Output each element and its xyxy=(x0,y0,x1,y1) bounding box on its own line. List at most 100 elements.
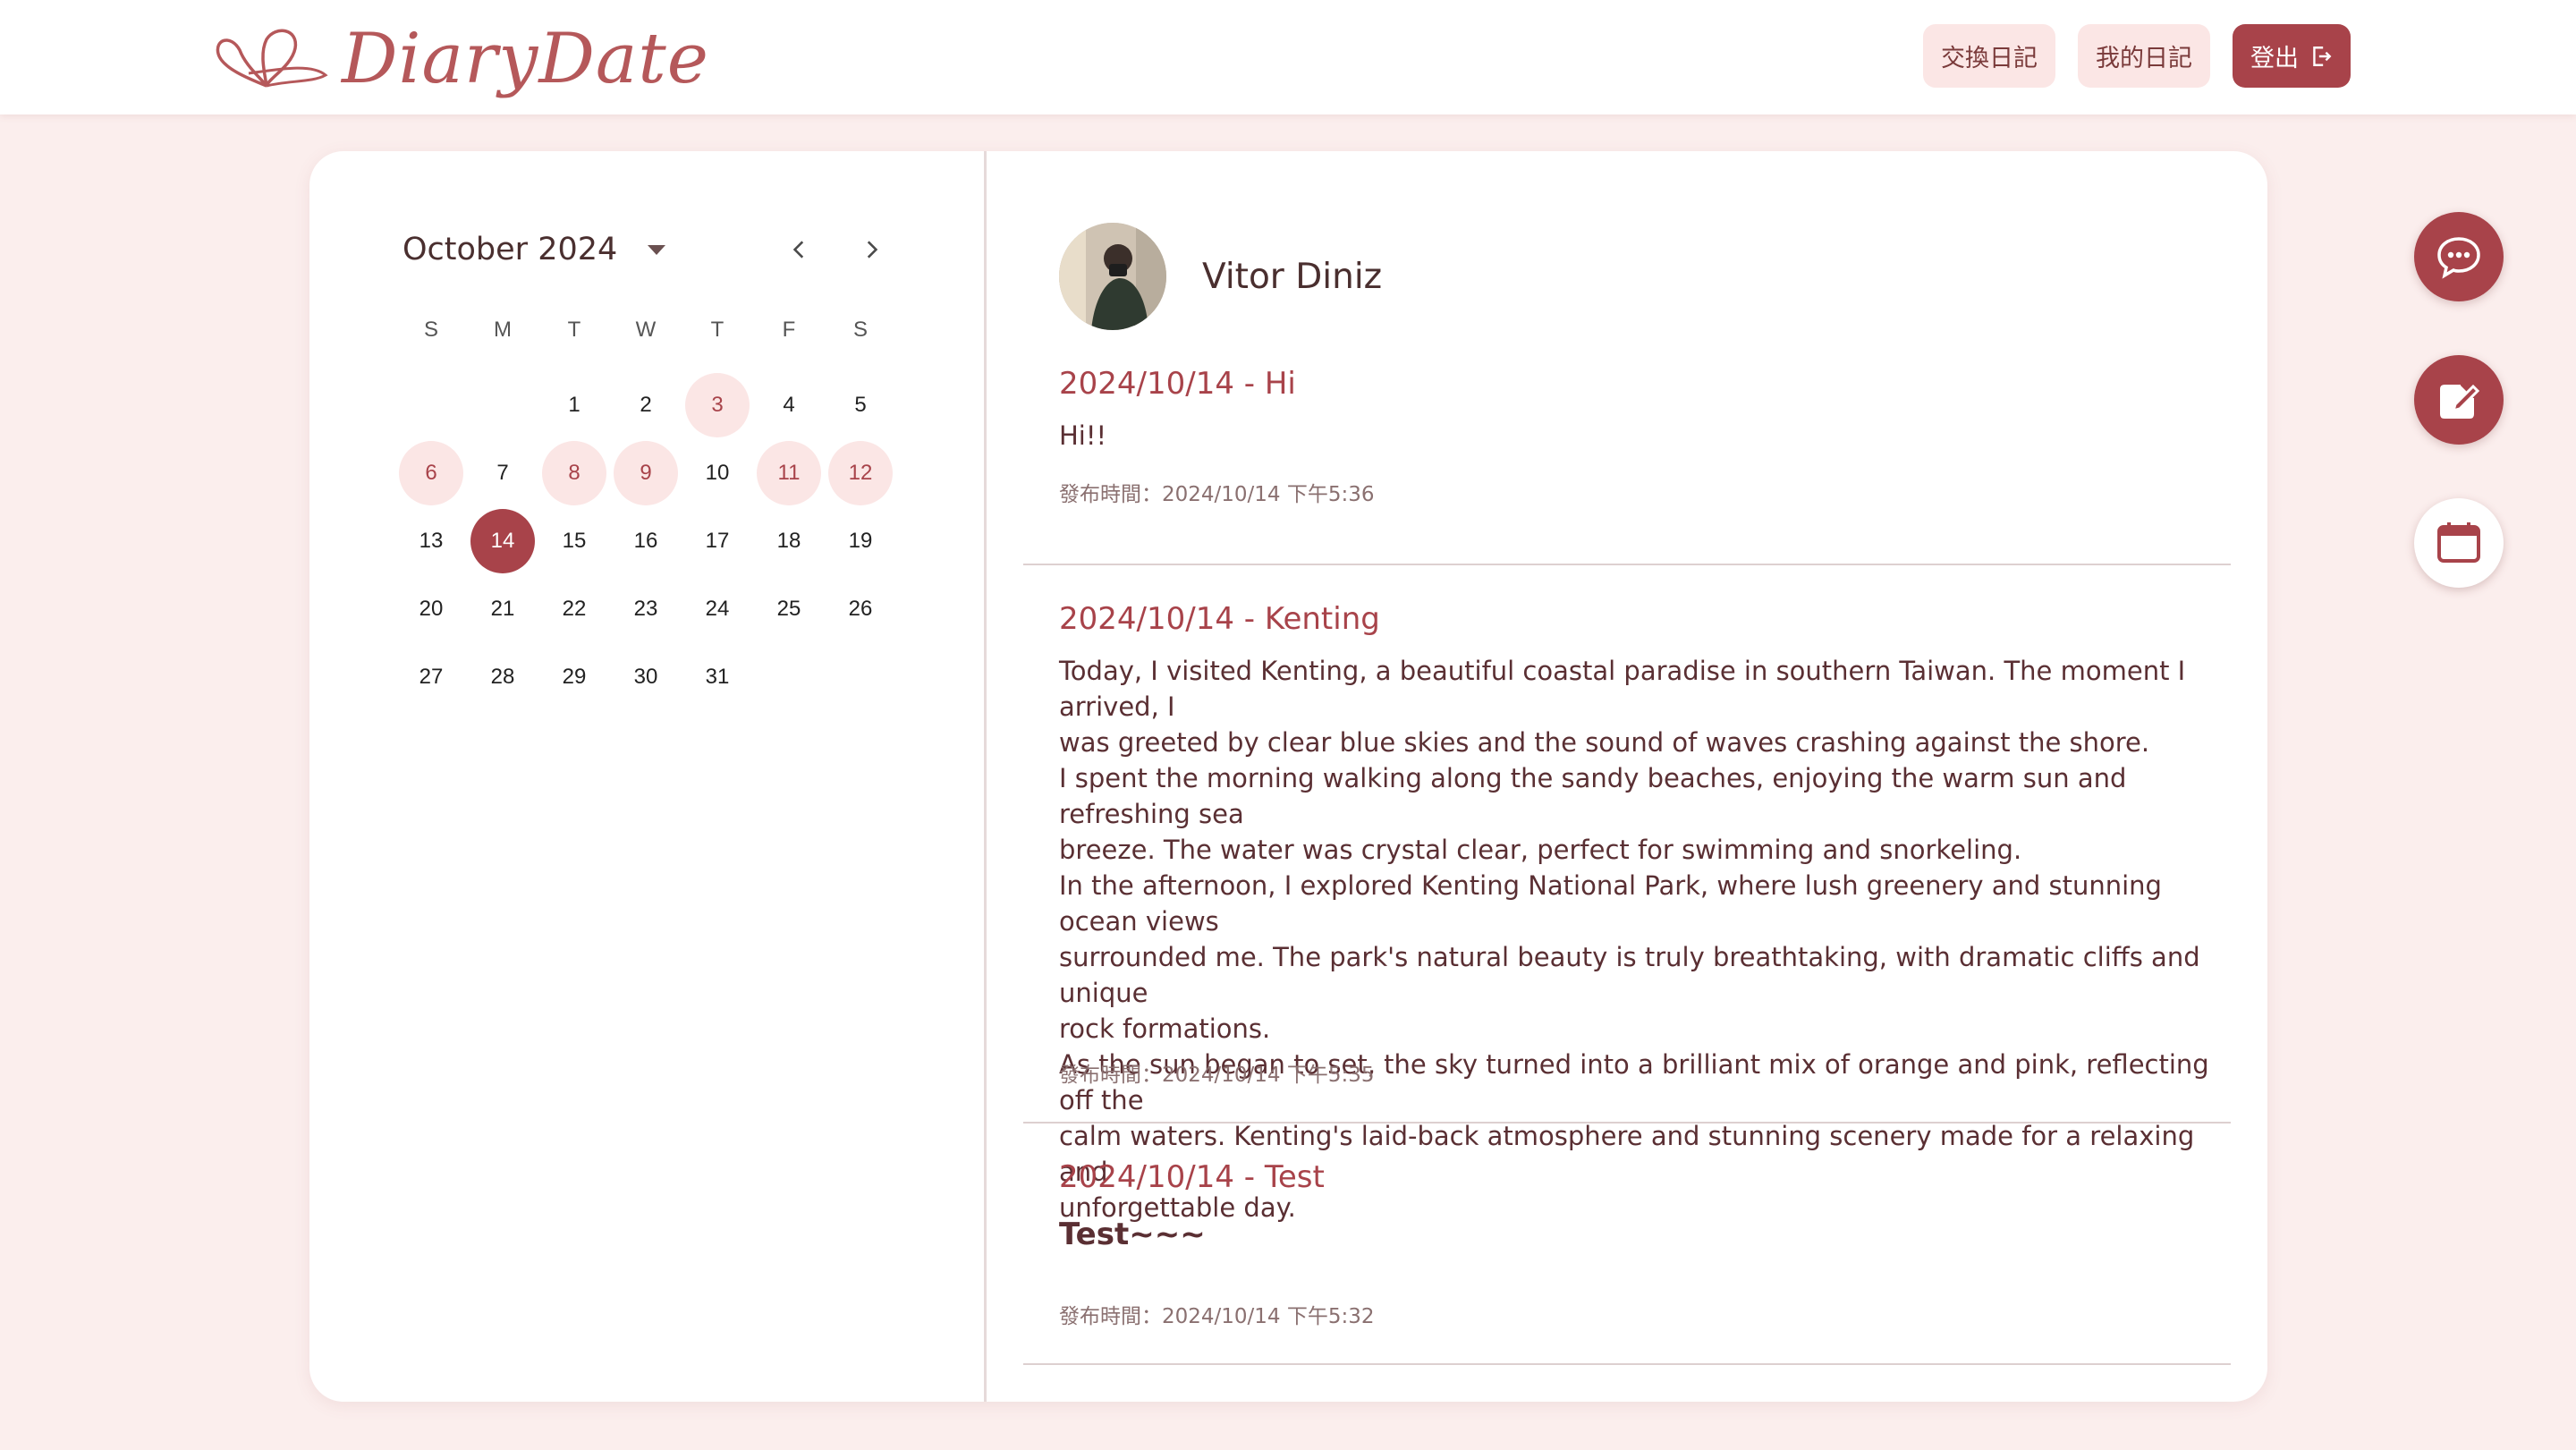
calendar-day-cell: 25 xyxy=(753,575,825,643)
calendar-day[interactable]: 22 xyxy=(542,577,606,641)
chat-button[interactable] xyxy=(2414,212,2504,301)
calendar-icon xyxy=(2437,522,2480,563)
calendar-header: October 2024 xyxy=(402,223,903,276)
entry-divider xyxy=(1023,564,2231,565)
diary-card: October 2024 S M T W T F S 1 2 3 4 5 6 7 8 9 10 11 12 13 14 1… xyxy=(309,151,2267,1402)
month-dropdown-caret-icon[interactable] xyxy=(648,244,666,255)
logout-button[interactable]: 登出 xyxy=(2233,24,2351,88)
entry-timestamp: 發布時間：2024/10/14 下午5:36 xyxy=(1059,483,1375,506)
calendar-day[interactable]: 24 xyxy=(685,577,750,641)
calendar-day[interactable]: 10 xyxy=(685,441,750,505)
calendar-day[interactable]: 21 xyxy=(470,577,535,641)
weekday-label: T xyxy=(710,318,724,342)
calendar-day-cell: 17 xyxy=(682,507,753,575)
calendar-day-cell: 28 xyxy=(467,643,538,711)
calendar-day-cell: 31 xyxy=(682,643,753,711)
calendar-day[interactable]: 28 xyxy=(470,645,535,709)
prev-month-button[interactable] xyxy=(780,230,819,269)
calendar-day[interactable]: 16 xyxy=(614,509,678,573)
entry-title: 2024/10/14 - Test xyxy=(1059,1159,1325,1195)
calendar-day-cell: 2 xyxy=(610,371,682,439)
calendar-day[interactable]: 5 xyxy=(828,373,893,437)
calendar-month-label[interactable]: October 2024 xyxy=(402,232,617,267)
calendar-day[interactable]: 3 xyxy=(685,373,750,437)
calendar-day-cell: 29 xyxy=(538,643,610,711)
entry-body: Hi!! xyxy=(1059,420,1107,451)
entry-divider xyxy=(1023,1122,2231,1124)
calendar-grid: S M T W T F S 1 2 3 4 5 6 7 8 9 10 11 12 13 14 15 16 17 18 19 20 21… xyxy=(395,303,896,711)
logout-label: 登出 xyxy=(2250,45,2299,72)
calendar-day-cell: 24 xyxy=(682,575,753,643)
calendar-day[interactable]: 23 xyxy=(614,577,678,641)
calendar-day[interactable]: 12 xyxy=(828,441,893,505)
brand-logo[interactable]: DiaryDate xyxy=(213,13,709,106)
entry-timestamp: 發布時間：2024/10/14 下午5:35 xyxy=(1059,1064,1375,1087)
calendar-day-cell: 1 xyxy=(538,371,610,439)
top-header: DiaryDate 交換日記 我的日記 登出 xyxy=(0,0,2576,114)
entry-title: 2024/10/14 - Hi xyxy=(1059,366,1296,402)
calendar-day-cell: 6 xyxy=(395,439,467,507)
my-diary-button[interactable]: 我的日記 xyxy=(2078,24,2210,88)
avatar-photo xyxy=(1059,223,1166,330)
calendar-day-cell: 30 xyxy=(610,643,682,711)
calendar-day[interactable]: 30 xyxy=(614,645,678,709)
calendar-day[interactable]: 11 xyxy=(757,441,821,505)
calendar-day[interactable]: 17 xyxy=(685,509,750,573)
calendar-day[interactable]: 26 xyxy=(828,577,893,641)
calendar-day-cell: 18 xyxy=(753,507,825,575)
calendar-day-cell: 23 xyxy=(610,575,682,643)
calendar-day-cell: 22 xyxy=(538,575,610,643)
calendar-day[interactable]: 18 xyxy=(757,509,821,573)
diary-entry[interactable]: 2024/10/14 - Hi Hi!! 發布時間：2024/10/14 下午5… xyxy=(1059,366,2213,506)
calendar-day-cell: 19 xyxy=(825,507,896,575)
calendar-day-cell: 13 xyxy=(395,507,467,575)
calendar-day[interactable]: 25 xyxy=(757,577,821,641)
entry-divider xyxy=(1023,1363,2231,1365)
calendar-day[interactable]: 9 xyxy=(614,441,678,505)
calendar-day[interactable]: 6 xyxy=(399,441,463,505)
logout-icon xyxy=(2313,46,2332,66)
diary-entry[interactable]: 2024/10/14 - Kenting Today, I visited Ke… xyxy=(1059,601,2213,1223)
weekday-label: S xyxy=(423,318,438,342)
calendar-day[interactable]: 13 xyxy=(399,509,463,573)
calendar-day-cell: 10 xyxy=(682,439,753,507)
next-month-button[interactable] xyxy=(852,230,891,269)
calendar-day-cell: 8 xyxy=(538,439,610,507)
author-name: Vitor Diniz xyxy=(1202,256,1383,297)
calendar-day-cell: 20 xyxy=(395,575,467,643)
calendar-day[interactable]: 31 xyxy=(685,645,750,709)
calendar-day[interactable]: 7 xyxy=(470,441,535,505)
calendar-day-cell: 27 xyxy=(395,643,467,711)
weekday-label: W xyxy=(635,318,657,342)
calendar-day[interactable]: 27 xyxy=(399,645,463,709)
calendar-day-cell: 3 xyxy=(682,371,753,439)
calendar-empty-cell xyxy=(395,371,467,439)
calendar-day[interactable]: 19 xyxy=(828,509,893,573)
chat-bubble-icon xyxy=(2437,237,2480,279)
calendar-day[interactable]: 2 xyxy=(614,373,678,437)
calendar-day[interactable]: 4 xyxy=(757,373,821,437)
chevron-left-icon xyxy=(792,241,804,259)
calendar-day-cell: 21 xyxy=(467,575,538,643)
calendar-day-cell: 7 xyxy=(467,439,538,507)
calendar-day[interactable]: 15 xyxy=(542,509,606,573)
calendar-day[interactable]: 20 xyxy=(399,577,463,641)
avatar[interactable] xyxy=(1059,223,1166,330)
calendar-day-cell: 11 xyxy=(753,439,825,507)
diary-entry[interactable]: 2024/10/14 - Test Test~~~ 發布時間：2024/10/1… xyxy=(1059,1159,2213,1338)
calendar-day[interactable]: 8 xyxy=(542,441,606,505)
panel-divider xyxy=(984,151,987,1402)
calendar-day-selected[interactable]: 14 xyxy=(470,509,535,573)
calendar-day[interactable]: 29 xyxy=(542,645,606,709)
calendar-day[interactable]: 1 xyxy=(542,373,606,437)
hearts-logo-icon xyxy=(216,29,328,88)
calendar-day-cell: 15 xyxy=(538,507,610,575)
entry-title: 2024/10/14 - Kenting xyxy=(1059,601,1380,637)
calendar-button[interactable] xyxy=(2414,498,2504,588)
write-diary-button[interactable] xyxy=(2414,355,2504,445)
exchange-diary-button[interactable]: 交換日記 xyxy=(1923,24,2055,88)
brand-name: DiaryDate xyxy=(342,19,709,99)
calendar-day-cell: 12 xyxy=(825,439,896,507)
calendar-day-cell: 26 xyxy=(825,575,896,643)
calendar-day-cell: 5 xyxy=(825,371,896,439)
